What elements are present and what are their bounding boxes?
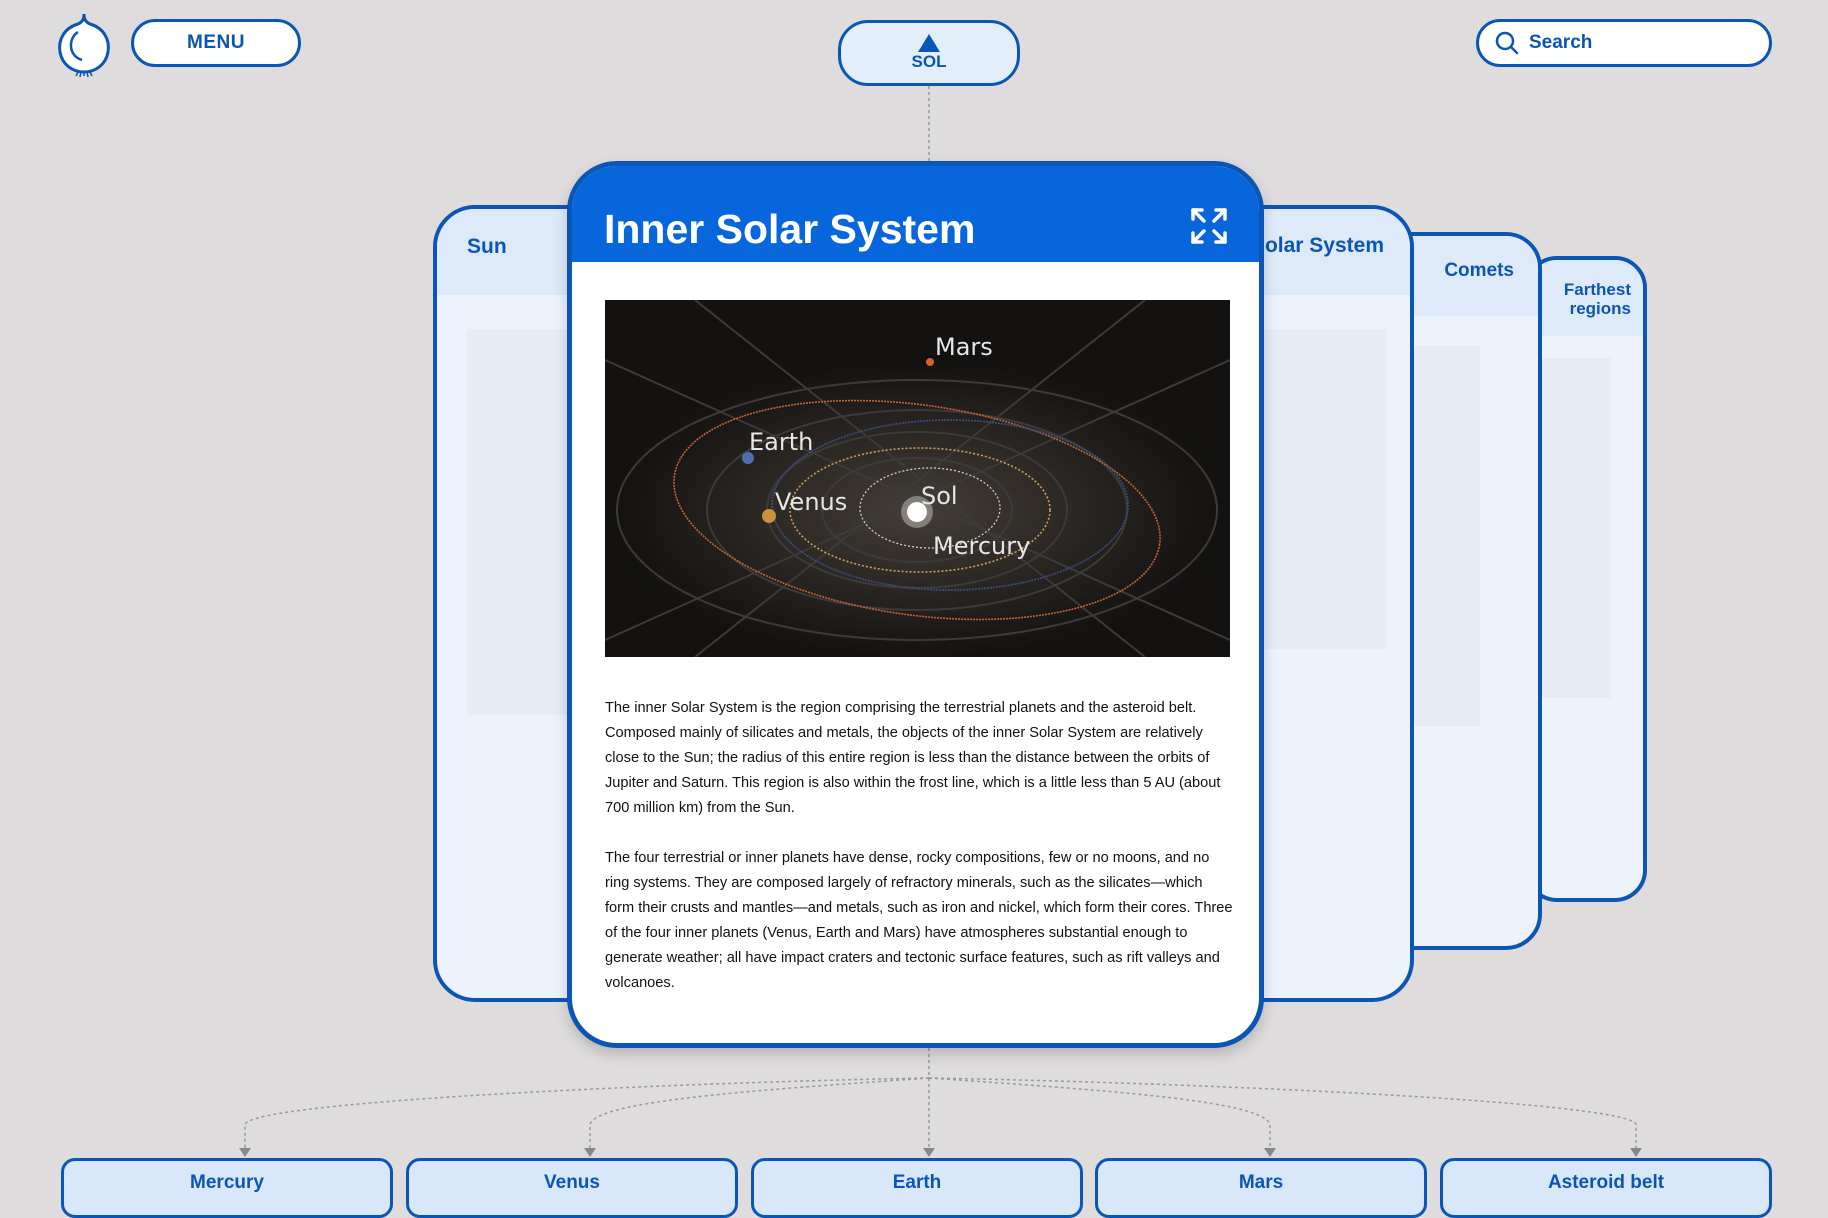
- child-node-earth[interactable]: Earth: [751, 1158, 1083, 1218]
- child-node-mercury[interactable]: Mercury: [61, 1158, 393, 1218]
- search-icon: [1495, 31, 1519, 55]
- description-paragraph: The inner Solar System is the region com…: [605, 700, 1221, 816]
- inner-solar-system-image: Mars Earth Venus Sol Mercury: [605, 300, 1230, 657]
- sol-label: Sol: [921, 482, 958, 510]
- up-arrow-icon: [918, 34, 940, 52]
- menu-button[interactable]: MENU: [131, 19, 301, 67]
- child-node-mars[interactable]: Mars: [1095, 1158, 1427, 1218]
- logo-icon[interactable]: [56, 12, 112, 78]
- card-image: [1533, 358, 1611, 698]
- search-input[interactable]: Search: [1476, 19, 1772, 67]
- parent-node-button[interactable]: SOL: [838, 20, 1020, 86]
- card-title: Farthest regions: [1529, 260, 1643, 336]
- child-node-venus[interactable]: Venus: [406, 1158, 738, 1218]
- venus-label: Venus: [775, 488, 847, 516]
- card-header: Inner Solar System: [572, 166, 1259, 262]
- description-paragraph: The four terrestrial or inner planets ha…: [605, 850, 1233, 991]
- card-title: Inner Solar System: [604, 206, 976, 252]
- card-inner-solar-system[interactable]: Inner Solar System Mars Earth Venus Sol …: [567, 161, 1264, 1048]
- parent-node-label: SOL: [911, 52, 947, 71]
- earth-label: Earth: [749, 428, 813, 456]
- child-node-asteroid-belt[interactable]: Asteroid belt: [1440, 1158, 1772, 1218]
- card-farthest-regions[interactable]: Farthest regions: [1525, 256, 1647, 902]
- search-placeholder: Search: [1529, 32, 1593, 53]
- expand-icon[interactable]: [1191, 208, 1227, 244]
- mars-label: Mars: [935, 333, 993, 361]
- mercury-label: Mercury: [933, 532, 1030, 560]
